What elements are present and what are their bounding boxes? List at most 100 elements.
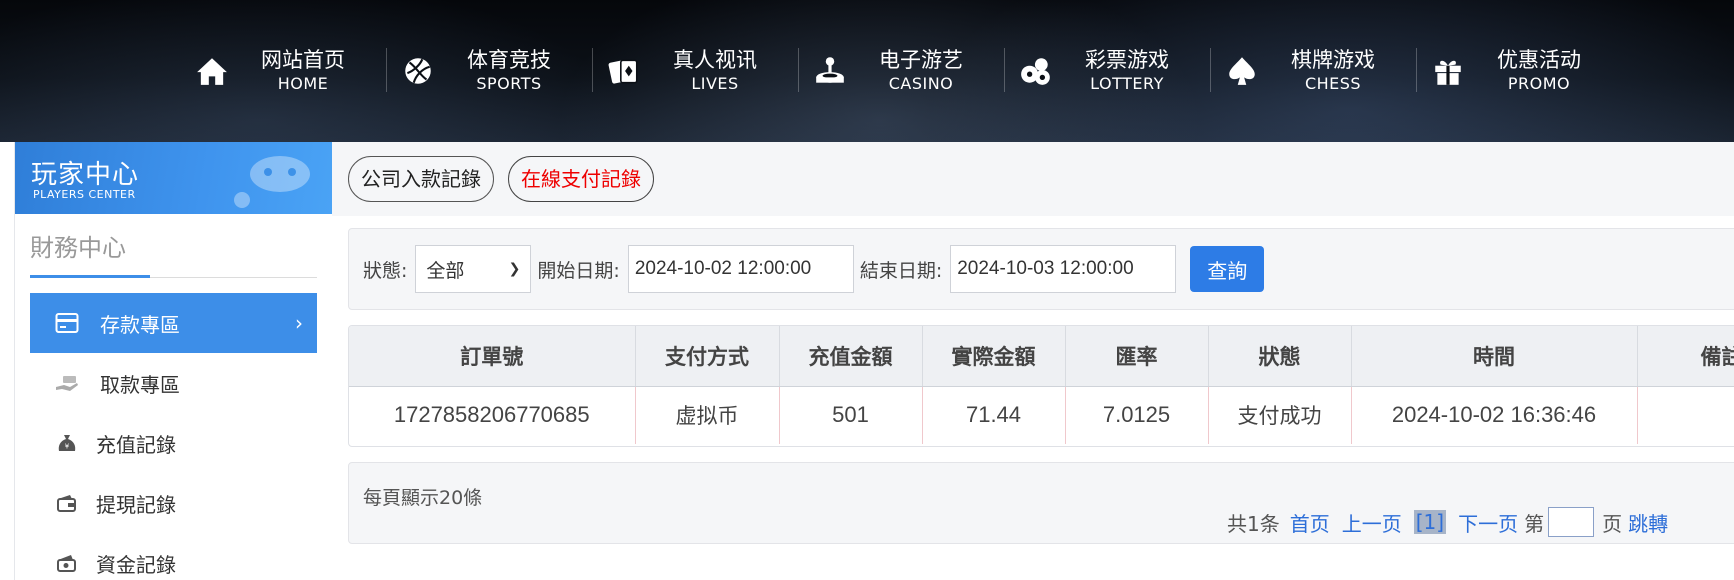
cell-remark: [1637, 386, 1734, 444]
sidebar-item-label: 提現記錄: [96, 492, 176, 517]
gift-icon: [1426, 49, 1470, 93]
nav-item-casino[interactable]: 电子游艺 CASINO: [798, 36, 1004, 106]
next-page-link[interactable]: 下一页: [1458, 508, 1518, 537]
cell-actual-amount: 71.44: [922, 386, 1066, 444]
nav-label-en: CHESS: [1304, 74, 1362, 93]
end-date-label: 結束日期:: [859, 259, 943, 282]
nav-item-chess[interactable]: 棋牌游戏 CHESS: [1210, 36, 1416, 106]
sidebar-item-withdraw[interactable]: 取款專區: [30, 353, 317, 413]
nav-label-cn: 真人视讯: [673, 48, 757, 72]
nav-item-home[interactable]: 网站首页 HOME: [180, 36, 386, 106]
status-select[interactable]: 全部 ❯: [415, 245, 532, 293]
cards-icon: [602, 49, 646, 93]
nav-label-cn: 彩票游戏: [1085, 48, 1169, 72]
gamepad-icon: [234, 156, 310, 208]
start-date-input[interactable]: 2024-10-02 12:00:00: [627, 245, 854, 293]
nav-label-cn: 体育竞技: [467, 48, 551, 72]
nav-label-en: HOME: [277, 74, 329, 93]
main-content: 公司入款記錄 在線支付記錄 狀態: 全部 ❯ 開始日期: 2024-10-02 …: [332, 142, 1734, 580]
col-order-no: 訂單號: [349, 326, 636, 387]
cell-time: 2024-10-02 16:36:46: [1351, 386, 1638, 444]
current-page: [1]: [1413, 510, 1447, 534]
nav-label-en: LOTTERY: [1090, 74, 1164, 93]
sidebar-item-deposit[interactable]: 存款專區 ›: [30, 293, 317, 353]
pagination-bar: 每頁顯示20條 共1条 首页 上一页 [1] 下一页 第 页 跳轉: [348, 462, 1734, 544]
end-date-input[interactable]: 2024-10-03 12:00:00: [950, 245, 1177, 293]
page-number-input[interactable]: [1548, 507, 1595, 537]
sidebar-item-label: 充值記錄: [96, 432, 176, 457]
chevron-down-icon: ❯: [508, 261, 521, 277]
sidebar-menu: 存款專區 › 取款專區 ¥ 充值記錄 提現記錄 資金記錄: [30, 293, 317, 580]
players-center-banner: 玩家中心 PLAYERS CENTER: [15, 142, 332, 214]
nav-menu: 网站首页 HOME 体育竞技 SPORTS 真人视讯 LIVES 电子游艺 CASINO…: [180, 36, 1622, 106]
hand-cash-icon: [52, 371, 82, 395]
tab-company-deposit-records[interactable]: 公司入款記錄: [348, 156, 494, 202]
col-actual-amount: 實際金額: [922, 326, 1066, 387]
filter-bar: 狀態: 全部 ❯ 開始日期: 2024-10-02 12:00:00 結束日期:…: [348, 228, 1734, 310]
cell-exchange-rate: 7.0125: [1065, 386, 1209, 444]
sidebar-item-fund-records[interactable]: 資金記錄: [30, 533, 317, 580]
first-page-link[interactable]: 首页: [1290, 508, 1330, 537]
col-recharge-amount: 充值金額: [779, 326, 923, 387]
ball-icon: [396, 49, 440, 93]
nav-label-en: LIVES: [691, 74, 739, 93]
spade-icon: [1220, 49, 1264, 93]
col-status: 狀態: [1208, 326, 1352, 387]
wallet-icon: [52, 491, 82, 515]
nav-label-cn: 网站首页: [261, 48, 345, 72]
nav-label-cn: 棋牌游戏: [1291, 48, 1375, 72]
status-label: 狀態:: [363, 259, 408, 282]
table-header-row: 訂單號 支付方式 充值金額 實際金額 匯率 狀態 時間 備註: [349, 326, 1734, 387]
chevron-right-icon: ›: [295, 311, 303, 335]
prev-page-link[interactable]: 上一页: [1342, 508, 1402, 537]
banner-subtitle: PLAYERS CENTER: [33, 188, 136, 201]
sidebar-item-recharge-records[interactable]: ¥ 充值記錄: [30, 413, 317, 473]
per-page-text: 每頁顯示20條: [363, 487, 483, 509]
nav-item-promo[interactable]: 优惠活动 PROMO: [1416, 36, 1622, 106]
home-icon: [190, 49, 234, 93]
cell-recharge-amount: 501: [779, 386, 923, 444]
col-payment-method: 支付方式: [635, 326, 780, 387]
table-row: 1727858206770685 虚拟币 501 71.44 7.0125 支付…: [349, 386, 1734, 444]
banner-title: 玩家中心: [31, 160, 140, 190]
start-date-label: 開始日期:: [537, 259, 620, 282]
query-button[interactable]: 查詢: [1190, 246, 1265, 292]
sidebar-item-withdraw-records[interactable]: 提現記錄: [30, 473, 317, 533]
sidebar: 玩家中心 PLAYERS CENTER 財務中心 存款專區 › 取款專區 ¥ 充…: [14, 142, 332, 580]
card-icon: [52, 311, 82, 335]
tab-online-payment-records[interactable]: 在線支付記錄: [508, 156, 654, 202]
col-time: 時間: [1351, 326, 1638, 387]
section-title-text: 財務中心: [30, 234, 126, 262]
record-tabs: 公司入款記錄 在線支付記錄: [332, 142, 1734, 216]
nav-label-en: SPORTS: [476, 74, 542, 93]
col-exchange-rate: 匯率: [1065, 326, 1209, 387]
money-bag-icon: ¥: [52, 431, 82, 455]
cell-payment-method: 虚拟币: [635, 386, 780, 444]
sidebar-item-label: 資金記錄: [96, 552, 176, 577]
top-navigation: 网站首页 HOME 体育竞技 SPORTS 真人视讯 LIVES 电子游艺 CASINO…: [0, 0, 1734, 142]
total-count: 共1条: [1227, 511, 1280, 536]
lottery-balls-icon: [1014, 49, 1058, 93]
cell-order-no: 1727858206770685: [349, 386, 636, 444]
goto-suffix: 页: [1602, 511, 1623, 536]
status-select-value: 全部: [426, 259, 465, 282]
section-title: 財務中心: [30, 232, 317, 278]
record-icon: [52, 551, 82, 575]
jump-link[interactable]: 跳轉: [1628, 508, 1668, 537]
sidebar-item-label: 取款專區: [100, 372, 180, 397]
nav-item-lottery[interactable]: 彩票游戏 LOTTERY: [1004, 36, 1210, 106]
records-table: 訂單號 支付方式 充值金額 實際金額 匯率 狀態 時間 備註 172785820…: [348, 325, 1734, 447]
nav-label-cn: 优惠活动: [1497, 48, 1581, 72]
nav-label-cn: 电子游艺: [879, 48, 963, 72]
svg-text:¥: ¥: [65, 443, 70, 451]
sidebar-item-label: 存款專區: [100, 312, 180, 337]
nav-label-en: PROMO: [1507, 74, 1571, 93]
cell-status: 支付成功: [1208, 386, 1352, 444]
nav-label-en: CASINO: [888, 74, 954, 93]
pagination-controls: 共1条 首页 上一页 [1] 下一页 第 页 跳轉: [1227, 507, 1680, 537]
goto-prefix: 第: [1524, 511, 1545, 536]
nav-item-lives[interactable]: 真人视讯 LIVES: [592, 36, 798, 106]
joystick-icon: [808, 49, 852, 93]
nav-item-sports[interactable]: 体育竞技 SPORTS: [386, 36, 592, 106]
col-remark: 備註: [1637, 326, 1734, 387]
